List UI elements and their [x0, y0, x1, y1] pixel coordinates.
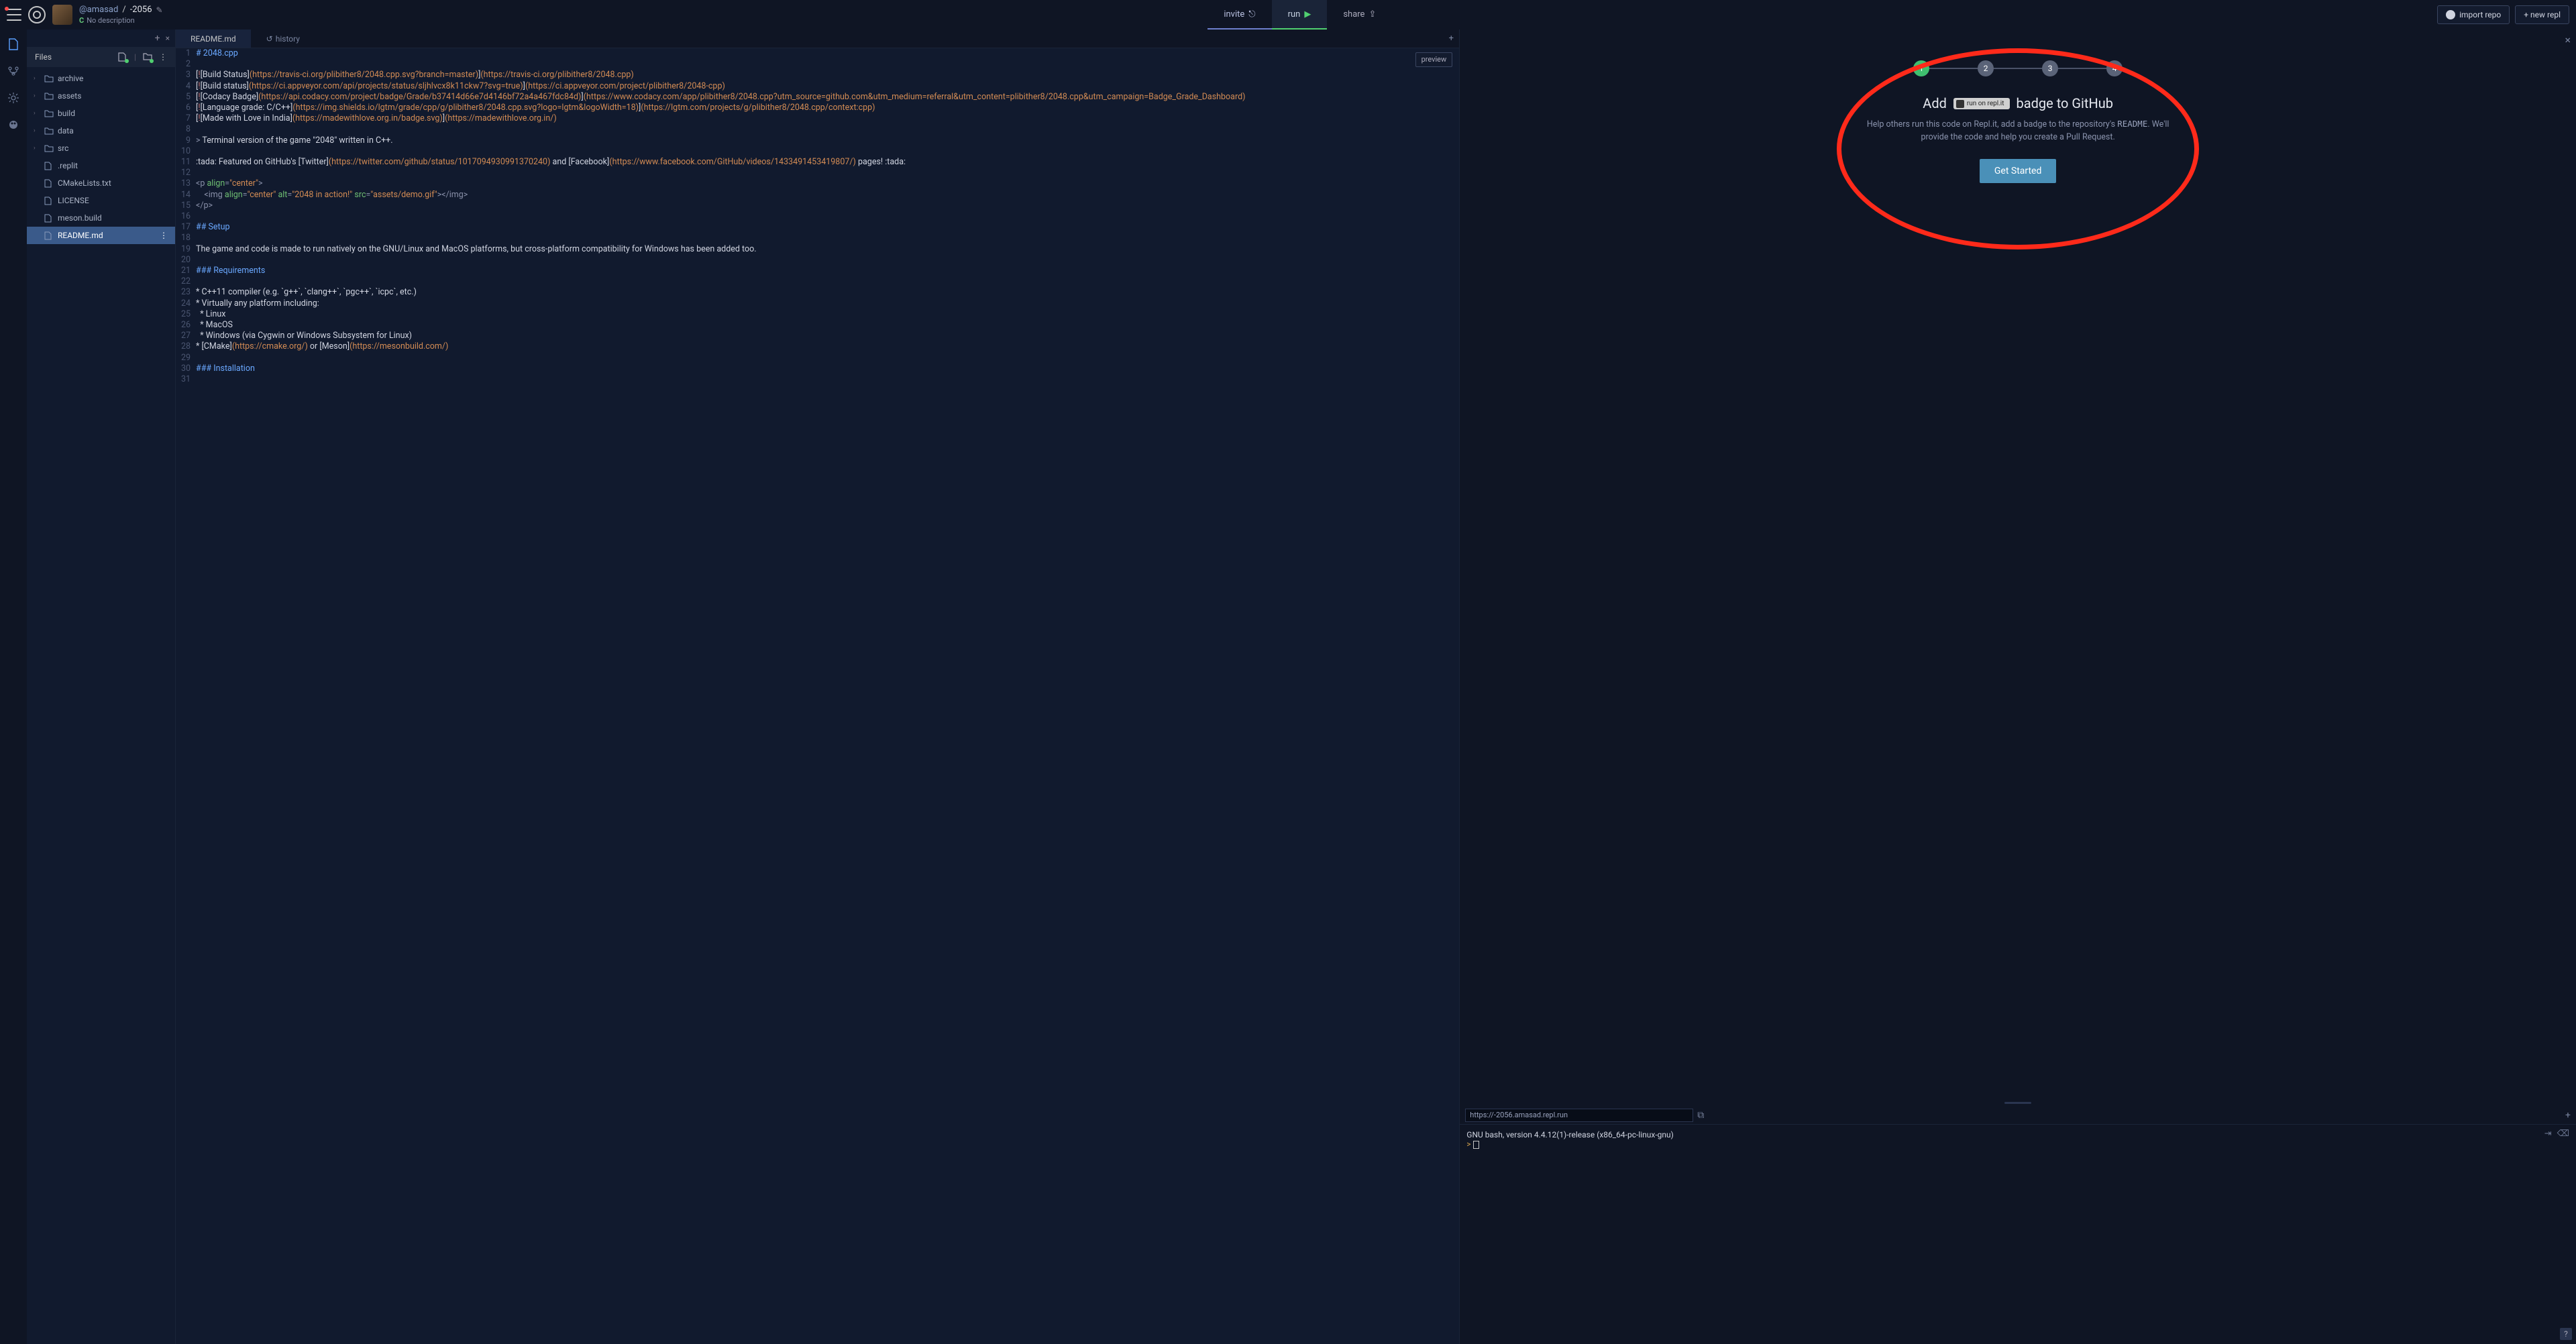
cursor [1473, 1141, 1479, 1149]
editor-tab-readme[interactable]: README.md [176, 30, 252, 48]
folder-icon [44, 127, 54, 135]
step-3: 3 [2042, 60, 2058, 76]
edit-icon[interactable]: ✎ [156, 5, 163, 15]
file-label: src [58, 144, 68, 153]
folder-src[interactable]: ›src [27, 139, 175, 157]
panel-subtitle: Help others run this code on Repl.it, ad… [1857, 118, 2179, 144]
history-icon: ↺ [266, 34, 273, 44]
history-tab[interactable]: ↺history [252, 30, 315, 48]
preview-url-input[interactable] [1465, 1109, 1693, 1122]
file-more-icon[interactable]: ⋮ [160, 231, 168, 240]
file-label: CMakeLists.txt [58, 178, 111, 188]
avatar[interactable] [52, 5, 72, 25]
file-meson.build[interactable]: meson.build [27, 209, 175, 227]
file-.replit[interactable]: .replit [27, 157, 175, 174]
annotation-ellipse [1837, 48, 2199, 249]
breadcrumb-sep: / [122, 5, 125, 15]
prompt: > [1466, 1139, 1470, 1149]
file-label: archive [58, 74, 83, 83]
file-label: LICENSE [58, 196, 89, 205]
new-folder-icon[interactable] [143, 52, 152, 62]
share-button[interactable]: share ⇪ [1327, 0, 1392, 30]
editor-body[interactable]: preview 12345678910111213141516171819202… [176, 48, 1459, 1344]
get-started-button[interactable]: Get Started [1980, 159, 2057, 183]
play-icon: ▶ [1304, 9, 1311, 19]
file-label: assets [58, 91, 81, 101]
editor-pane: README.md ↺history + preview 12345678910… [176, 30, 1460, 1344]
vertical-resize-handle[interactable] [1460, 1099, 2576, 1106]
share-icon: ⇪ [1368, 9, 1376, 19]
file-CMakeLists.txt[interactable]: CMakeLists.txt [27, 174, 175, 192]
onboarding-panel: × 1 2 3 4 Add run on repl.it badge to Gi… [1460, 30, 2576, 1099]
file-icon [44, 179, 54, 188]
import-repo-button[interactable]: import repo [2437, 5, 2510, 24]
new-file-icon[interactable] [118, 52, 127, 62]
panel-title: Add run on repl.it badge to GitHub [1923, 95, 2113, 111]
folder-assets[interactable]: ›assets [27, 87, 175, 105]
file-LICENSE[interactable]: LICENSE [27, 192, 175, 209]
add-tab-icon[interactable]: + [1443, 30, 1459, 48]
folder-data[interactable]: ›data [27, 122, 175, 139]
file-label: README.md [58, 231, 103, 240]
packages-icon[interactable] [7, 118, 20, 131]
file-label: build [58, 109, 75, 118]
terminal-clear-icon[interactable]: ⌫ [2557, 1129, 2569, 1139]
file-label: .replit [58, 161, 78, 170]
side-rail [0, 30, 27, 1344]
folder-icon [44, 75, 54, 82]
person-add-icon: ⎋ [1248, 9, 1255, 19]
file-icon [44, 231, 54, 240]
file-tree: ›archive›assets›build›data›src .replit CMa… [27, 67, 175, 1344]
open-external-icon[interactable]: ⧉ [1697, 1110, 1704, 1121]
add-pane-icon[interactable]: + [155, 33, 160, 44]
file-icon [44, 214, 54, 223]
close-panel-icon[interactable]: × [2565, 34, 2571, 46]
settings-icon[interactable] [7, 91, 20, 105]
close-pane-icon[interactable]: × [166, 34, 170, 43]
invite-button[interactable]: invite ⎋ [1208, 0, 1271, 30]
folder-icon [44, 93, 54, 100]
menu-button[interactable] [7, 9, 21, 21]
folder-icon [44, 110, 54, 117]
repl-name[interactable]: -2056 [130, 5, 152, 15]
preview-button[interactable]: preview [1415, 52, 1453, 67]
run-button[interactable]: run ▶ [1272, 0, 1328, 30]
repl-description[interactable]: No description [87, 16, 135, 25]
terminal[interactable]: ⇥ ⌫ GNU bash, version 4.4.12(1)-release (… [1460, 1125, 2576, 1344]
file-sidebar: + × Files | ⋮ ›archive›assets›build›data… [27, 30, 176, 1344]
header: @amasad / -2056 ✎ C No description invite … [0, 0, 2576, 30]
terminal-line: GNU bash, version 4.4.12(1)-release (x86… [1466, 1130, 2569, 1139]
more-icon[interactable]: ⋮ [159, 52, 167, 62]
github-icon [2446, 10, 2455, 19]
file-icon [44, 162, 54, 170]
logo-icon[interactable] [28, 6, 46, 23]
folder-icon [44, 145, 54, 152]
breadcrumb: @amasad / -2056 ✎ C No description [79, 5, 163, 25]
file-label: data [58, 126, 74, 135]
new-repl-button[interactable]: + new repl [2515, 5, 2569, 24]
notification-dot [5, 7, 9, 11]
file-README.md[interactable]: README.md ⋮ [27, 227, 175, 244]
help-button[interactable]: ? [2560, 1328, 2572, 1340]
folder-archive[interactable]: ›archive [27, 70, 175, 87]
run-badge-preview: run on repl.it [1953, 98, 2010, 109]
step-1: 1 [1913, 60, 1929, 76]
file-label: meson.build [58, 213, 102, 223]
language-icon: C [79, 16, 84, 25]
terminal-popout-icon[interactable]: ⇥ [2544, 1129, 2552, 1139]
file-icon [44, 197, 54, 205]
files-icon[interactable] [7, 38, 20, 51]
step-4: 4 [2106, 60, 2123, 76]
add-preview-tab-icon[interactable]: + [2565, 1110, 2571, 1121]
user-link[interactable]: @amasad [79, 5, 118, 15]
step-indicator: 1 2 3 4 [1913, 60, 2123, 76]
vcs-icon[interactable] [7, 64, 20, 78]
folder-build[interactable]: ›build [27, 105, 175, 122]
files-title: Files [35, 52, 52, 62]
step-2: 2 [1978, 60, 1994, 76]
